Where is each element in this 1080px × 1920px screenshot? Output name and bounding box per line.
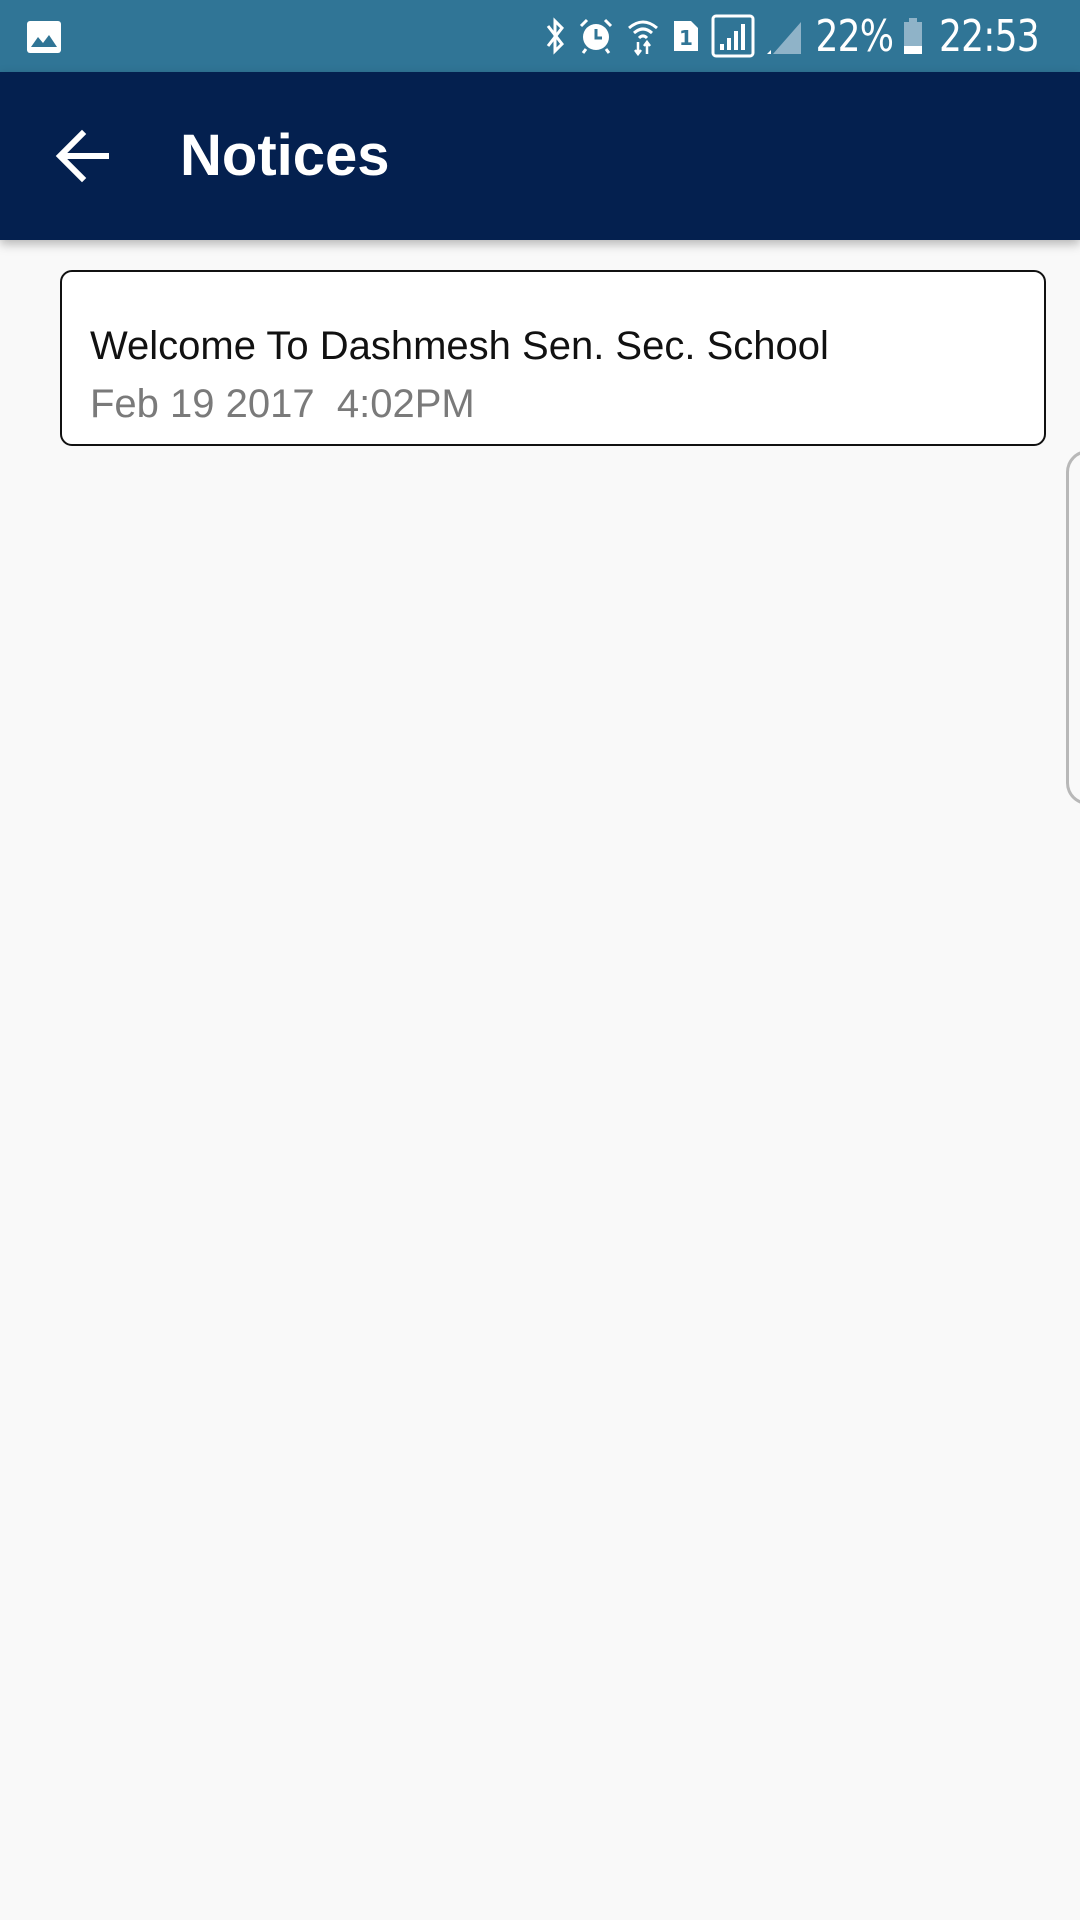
- battery-percent: 22%: [815, 10, 895, 62]
- edge-panel-handle[interactable]: [1066, 450, 1080, 805]
- notice-title: Welcome To Dashmesh Sen. Sec. School: [90, 324, 829, 368]
- clock: 22:53: [939, 10, 1040, 62]
- page-title: Notices: [180, 123, 390, 188]
- arrow-left-icon: [55, 129, 109, 183]
- notice-date: Feb 19 2017 4:02PM: [90, 382, 475, 426]
- notice-card[interactable]: Welcome To Dashmesh Sen. Sec. School Feb…: [60, 270, 1046, 446]
- status-bar: 1 22% 22:53: [0, 0, 1080, 72]
- image-icon: [27, 21, 61, 53]
- signal-weak-icon: [767, 22, 802, 54]
- app-toolbar: Notices: [0, 72, 1080, 240]
- battery-icon: [904, 18, 923, 54]
- alarm-icon: [580, 18, 613, 54]
- bluetooth-icon: [547, 17, 565, 55]
- wifi-data-icon: [628, 20, 659, 56]
- back-button[interactable]: [50, 124, 116, 188]
- notices-list[interactable]: Welcome To Dashmesh Sen. Sec. School Feb…: [0, 240, 1080, 1920]
- svg-text:1: 1: [679, 26, 693, 50]
- sim-1-icon: 1: [674, 21, 699, 51]
- signal-icon: [711, 14, 755, 58]
